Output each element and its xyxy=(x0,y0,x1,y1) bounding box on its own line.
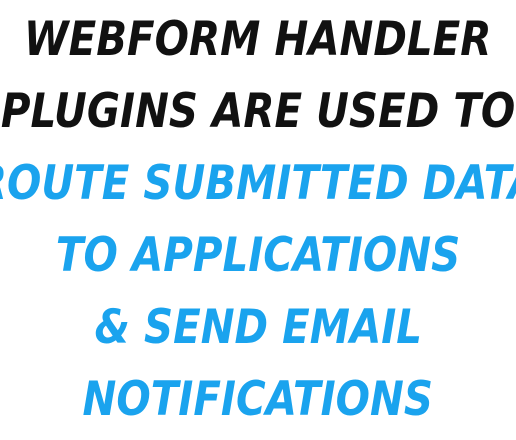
headline-line-1: WEBFORM HANDLER xyxy=(24,12,492,67)
headline-line-5: & SEND EMAIL xyxy=(94,300,422,355)
headline-line-2: PLUGINS ARE USED TO xyxy=(0,84,516,139)
headline-line-6: NOTIFICATIONS xyxy=(82,372,434,427)
headline-slide: WEBFORM HANDLER PLUGINS ARE USED TO ROUT… xyxy=(0,0,516,440)
headline-line-3: ROUTE SUBMITTED DATA xyxy=(0,156,516,211)
headline-line-4: TO APPLICATIONS xyxy=(55,228,461,283)
